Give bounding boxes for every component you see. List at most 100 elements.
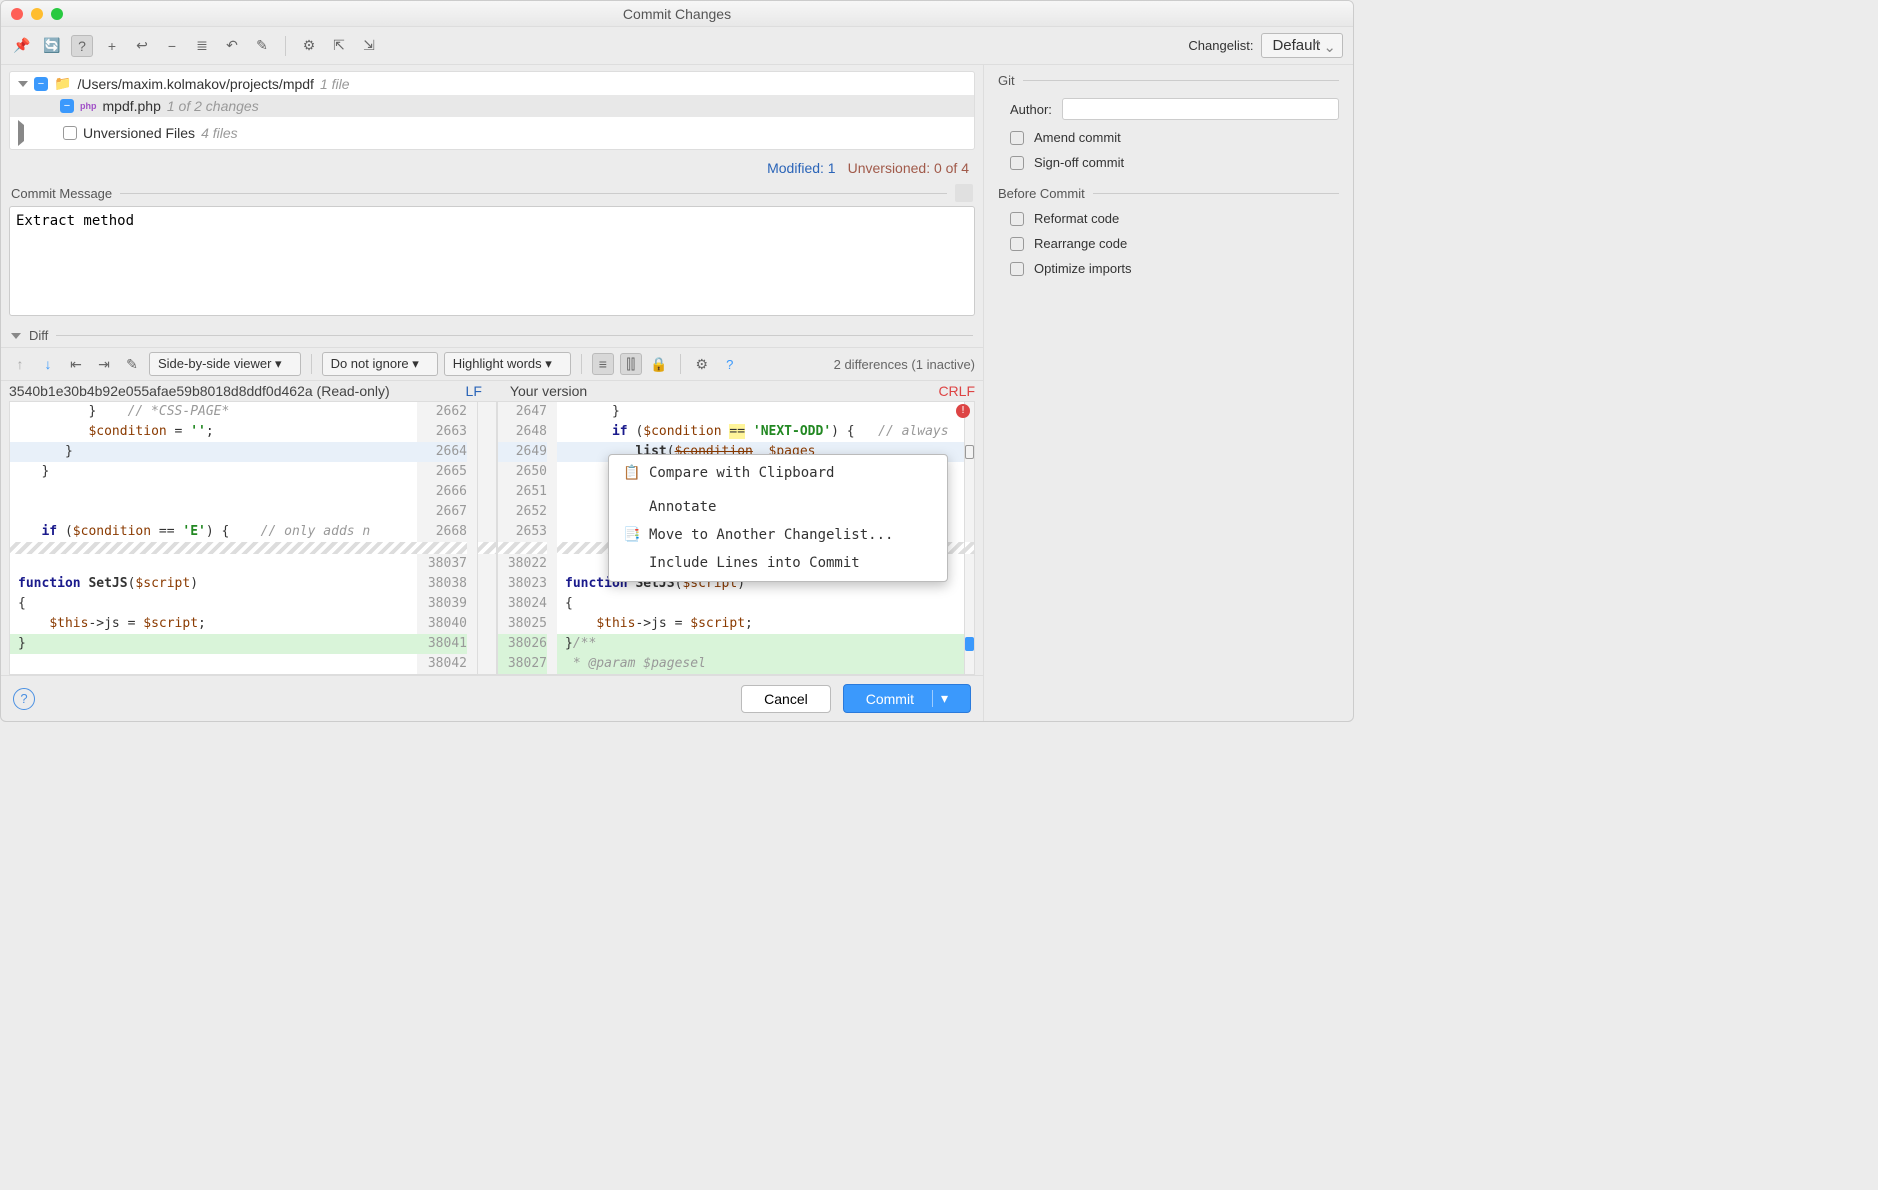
diff-right-encoding[interactable]: CRLF	[938, 383, 975, 399]
tree-unversioned-row[interactable]: Unversioned Files 4 files	[10, 117, 974, 149]
help-button[interactable]: ?	[13, 688, 35, 710]
optimize-checkbox-row[interactable]: Optimize imports	[1010, 261, 1339, 276]
refresh-icon[interactable]: 🔄	[41, 35, 63, 57]
help-action-icon[interactable]: ?	[71, 35, 93, 57]
gear-icon[interactable]: ⚙	[298, 35, 320, 57]
author-input[interactable]	[1062, 98, 1339, 120]
rearrange-label: Rearrange code	[1034, 236, 1127, 251]
diff-toolbar: ↑ ↓ ⇤ ⇥ ✎ Side-by-side viewer ▾ Do not i…	[1, 347, 983, 381]
right-gutter: 2647 2648 2649 2650 2651 2652 2653 38022…	[497, 402, 557, 674]
cancel-button[interactable]: Cancel	[741, 685, 831, 713]
checkbox[interactable]	[1010, 262, 1024, 276]
commit-message-header: Commit Message	[1, 180, 983, 206]
jump-to-source-icon[interactable]: ⇤	[65, 353, 87, 375]
checkbox[interactable]	[1010, 237, 1024, 251]
prev-diff-icon[interactable]: ↑	[9, 353, 31, 375]
git-section: Git	[998, 73, 1339, 88]
status-bar: Modified: 1 Unversioned: 0 of 4	[1, 156, 983, 180]
ignore-select[interactable]: Do not ignore ▾	[322, 352, 438, 376]
window-title: Commit Changes	[623, 6, 731, 22]
line-checkbox[interactable]	[965, 445, 974, 459]
undo-icon[interactable]: ↶	[221, 35, 243, 57]
next-diff-icon[interactable]: ↓	[37, 353, 59, 375]
checkbox[interactable]	[1010, 212, 1024, 226]
help-icon[interactable]: ?	[719, 353, 741, 375]
checkbox-gutter	[964, 402, 974, 674]
context-menu: 📋 Compare with Clipboard Annotate 📑 Move…	[608, 454, 948, 582]
tree-root-suffix: 1 file	[320, 76, 350, 92]
changes-tree[interactable]: − 📁 /Users/maxim.kolmakov/projects/mpdf …	[9, 71, 975, 150]
tree-file-suffix: 1 of 2 changes	[167, 98, 259, 114]
commit-button[interactable]: Commit ▾	[843, 684, 971, 713]
diff-left-encoding[interactable]: LF	[466, 383, 482, 399]
diff-label: Diff	[29, 328, 48, 343]
jump-to-file-icon[interactable]: ⇥	[93, 353, 115, 375]
diff-left-title: 3540b1e30b4b92e055afae59b8018d8ddf0d462a…	[9, 383, 438, 399]
php-icon: php	[80, 101, 97, 111]
checkbox[interactable]: −	[34, 77, 48, 91]
checkbox[interactable]: −	[60, 99, 74, 113]
highlight-select[interactable]: Highlight words ▾	[444, 352, 571, 376]
titlebar: Commit Changes	[1, 1, 1353, 27]
checkbox[interactable]	[1010, 131, 1024, 145]
diff-pane[interactable]: ! } // *CSS-PAGE* $condition = ''; } } i…	[9, 401, 975, 675]
history-icon[interactable]	[955, 184, 973, 202]
signoff-checkbox-row[interactable]: Sign-off commit	[1010, 155, 1339, 170]
diff-count: 2 differences (1 inactive)	[834, 357, 975, 372]
commit-message-label: Commit Message	[11, 186, 112, 201]
tree-file-row[interactable]: − php mpdf.php 1 of 2 changes	[10, 95, 974, 117]
menu-compare-clipboard[interactable]: 📋 Compare with Clipboard	[609, 459, 947, 487]
edit-diff-icon[interactable]: ✎	[121, 353, 143, 375]
reformat-checkbox-row[interactable]: Reformat code	[1010, 211, 1339, 226]
menu-annotate[interactable]: Annotate	[609, 493, 947, 521]
tree-file-name: mpdf.php	[103, 98, 161, 114]
commit-dropdown-icon[interactable]: ▾	[932, 690, 948, 707]
signoff-label: Sign-off commit	[1034, 155, 1124, 170]
changelist-select[interactable]: Default ⌃⌄	[1261, 33, 1343, 58]
optimize-label: Optimize imports	[1034, 261, 1132, 276]
minimize-window-button[interactable]	[31, 8, 43, 20]
tree-root-row[interactable]: − 📁 /Users/maxim.kolmakov/projects/mpdf …	[10, 72, 974, 95]
expand-icon[interactable]	[18, 120, 57, 146]
unversioned-label: Unversioned Files	[83, 125, 195, 141]
checkbox[interactable]	[63, 126, 77, 140]
toolbar-separator	[285, 36, 286, 56]
tree-root-path: /Users/maxim.kolmakov/projects/mpdf	[77, 76, 314, 92]
commit-message-input[interactable]	[9, 206, 975, 316]
line-checkbox[interactable]	[965, 637, 974, 651]
left-gutter: 2662 2663 2664 2665 2666 2667 2668 38037…	[417, 402, 477, 674]
checkbox[interactable]	[1010, 156, 1024, 170]
amend-checkbox-row[interactable]: Amend commit	[1010, 130, 1339, 145]
edit-icon[interactable]: ✎	[251, 35, 273, 57]
sync-scroll-icon[interactable]: ⫿⫿	[620, 353, 642, 375]
pin-icon[interactable]: 📌	[11, 35, 33, 57]
expand-icon[interactable]	[18, 81, 28, 87]
diff-divider	[477, 402, 497, 674]
right-code: } if ($condition == 'NEXT-ODD') { // alw…	[557, 402, 964, 674]
expand-icon[interactable]	[11, 333, 21, 339]
minus-icon[interactable]: −	[161, 35, 183, 57]
viewer-mode-select[interactable]: Side-by-side viewer ▾	[149, 352, 301, 376]
lock-icon[interactable]: 🔒	[648, 353, 670, 375]
maximize-window-button[interactable]	[51, 8, 63, 20]
left-code: } // *CSS-PAGE* $condition = ''; } } if …	[10, 402, 417, 674]
rollback-icon[interactable]: ↩	[131, 35, 153, 57]
right-panel: Git Author: Amend commit Sign-off commit…	[983, 65, 1353, 721]
expand-all-icon[interactable]: ⇱	[328, 35, 350, 57]
menu-move-changelist[interactable]: 📑 Move to Another Changelist...	[609, 521, 947, 549]
group-icon[interactable]: ≣	[191, 35, 213, 57]
amend-label: Amend commit	[1034, 130, 1121, 145]
plus-icon[interactable]: +	[101, 35, 123, 57]
author-label: Author:	[1010, 102, 1052, 117]
diff-version-header: 3540b1e30b4b92e055afae59b8018d8ddf0d462a…	[1, 381, 983, 401]
collapse-unchanged-icon[interactable]: ≡	[592, 353, 614, 375]
clipboard-icon: 📋	[623, 465, 639, 481]
menu-include-lines[interactable]: Include Lines into Commit	[609, 549, 947, 577]
collapse-all-icon[interactable]: ⇲	[358, 35, 380, 57]
diff-settings-icon[interactable]: ⚙	[691, 353, 713, 375]
move-icon: 📑	[623, 527, 639, 543]
close-window-button[interactable]	[11, 8, 23, 20]
rearrange-checkbox-row[interactable]: Rearrange code	[1010, 236, 1339, 251]
main-toolbar: 📌 🔄 ? + ↩ − ≣ ↶ ✎ ⚙ ⇱ ⇲ Changelist: Defa…	[1, 27, 1353, 65]
unversioned-suffix: 4 files	[201, 125, 238, 141]
